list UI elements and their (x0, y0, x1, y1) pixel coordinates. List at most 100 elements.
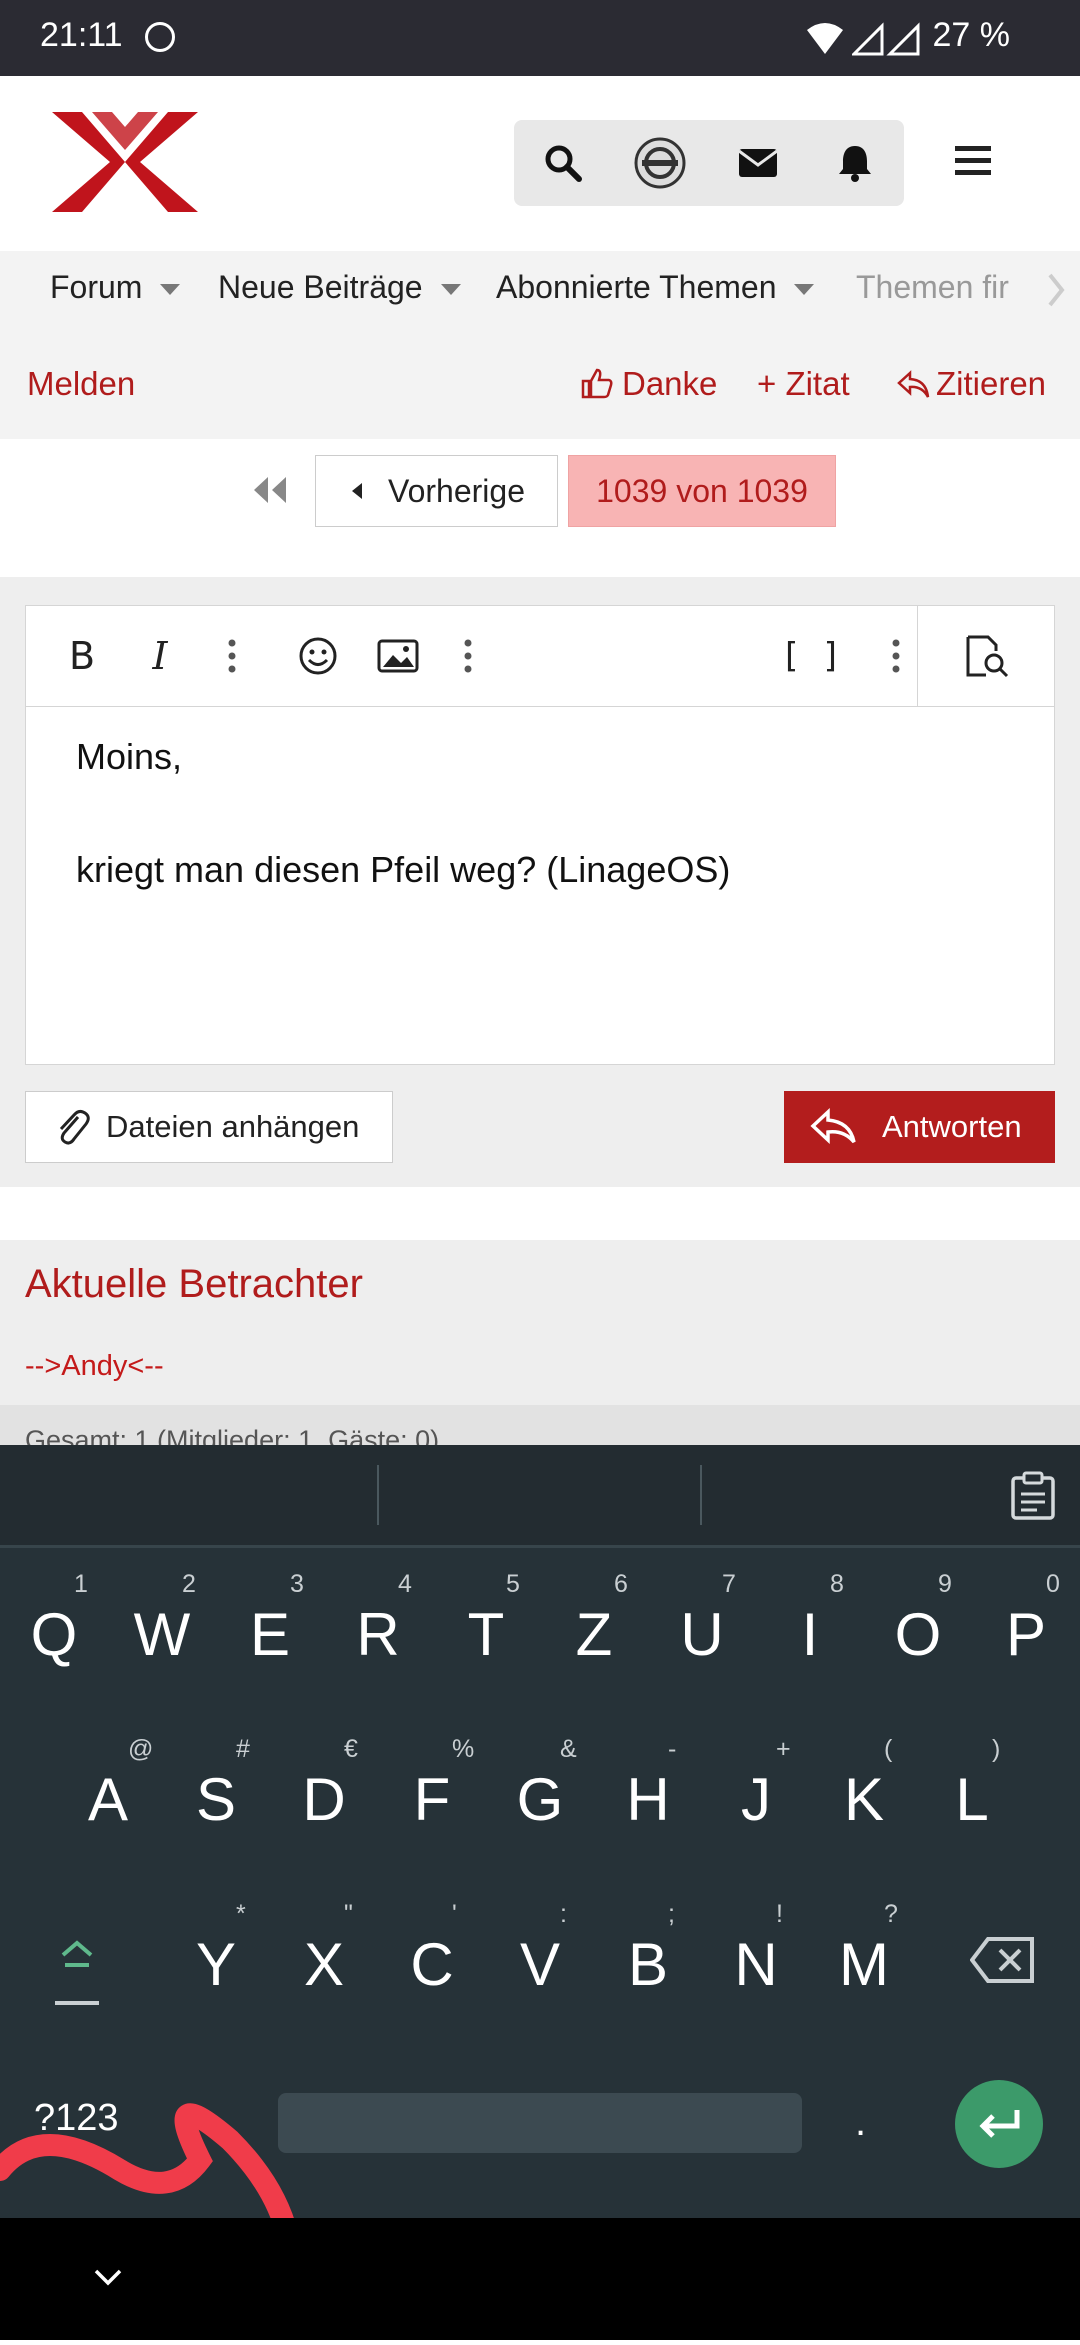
key-p[interactable]: P (986, 1600, 1066, 1669)
site-header (0, 76, 1080, 251)
key-t[interactable]: T (446, 1600, 526, 1669)
italic-button[interactable]: I (134, 630, 186, 682)
editor-text-line-1[interactable]: Moins, (76, 736, 182, 778)
reply-editor: B I [ ] Moins, kriegt man diesen Pfeil w… (25, 605, 1055, 1065)
status-bar: 21:11 27 % (0, 0, 1080, 76)
nav-item-forum[interactable]: Forum (50, 269, 181, 306)
key-h[interactable]: H (608, 1765, 688, 1834)
viewer-user-link[interactable]: -->Andy<-- (25, 1350, 164, 1383)
header-icon-bar (514, 120, 904, 206)
key-hint: 1 (74, 1570, 88, 1598)
main-nav: Forum Neue Beiträge Abonnierte Themen Th… (0, 251, 1080, 329)
viewers-total-bar: Gesamt: 1 (Mitglieder: 1, Gäste: 0) (0, 1405, 1080, 1445)
key-s[interactable]: S (176, 1765, 256, 1834)
key-e[interactable]: E (230, 1600, 310, 1669)
thanks-button[interactable]: Danke (580, 365, 717, 403)
key-hint: + (776, 1735, 791, 1763)
previous-page-button[interactable]: Vorherige (315, 455, 558, 527)
attach-files-button[interactable]: Dateien anhängen (25, 1091, 393, 1163)
symbols-key[interactable]: ?123 (34, 2097, 119, 2140)
preview-icon[interactable] (961, 630, 1013, 682)
reply-button[interactable]: Antworten (784, 1091, 1055, 1163)
soft-keyboard: Q 1 W 2 E 3 R 4 T 5 Z 6 U 7 I 8 O 9 P 0 A @ S # D € F% G & H - J + K(L) Y *… (0, 1445, 1080, 2218)
suggestion-strip (0, 1445, 1080, 1548)
key-q[interactable]: Q (14, 1600, 94, 1669)
key-hint: 8 (830, 1570, 844, 1598)
backspace-key[interactable] (969, 1935, 1036, 1990)
key-z[interactable]: Z (554, 1600, 634, 1669)
key-r[interactable]: R (338, 1600, 418, 1669)
key-w[interactable]: W (122, 1600, 202, 1669)
site-logo[interactable] (52, 112, 198, 217)
key-hint: - (668, 1735, 677, 1763)
post-actions: Melden Danke + Zitat Zitieren (0, 329, 1080, 439)
suggestion-divider (700, 1465, 702, 1525)
key-hint: ? (884, 1900, 898, 1928)
key-hint: 9 (938, 1570, 952, 1598)
more-options-icon[interactable] (870, 630, 922, 682)
mail-icon[interactable] (728, 133, 788, 193)
clipboard-icon[interactable] (1010, 1471, 1056, 1526)
quote-button[interactable]: Zitieren (896, 365, 1046, 403)
key-hint: * (236, 1900, 246, 1928)
editor-toolbar: B I [ ] (26, 606, 1054, 707)
key-i[interactable]: I (770, 1600, 850, 1669)
paperclip-icon (59, 1109, 90, 1145)
bbcode-toggle-button[interactable]: [ ] (776, 630, 846, 682)
nav-item-subscribed[interactable]: Abonnierte Themen (496, 269, 815, 306)
quote-plus-button[interactable]: + Zitat (757, 365, 850, 403)
key-hint: ) (992, 1735, 1001, 1763)
key-hint: 2 (182, 1570, 196, 1598)
key-y[interactable]: Y (176, 1930, 256, 1999)
key-a[interactable]: A (68, 1765, 148, 1834)
nav-item-find-threads[interactable]: Themen fir (856, 269, 1009, 306)
nav-item-new-posts[interactable]: Neue Beiträge (218, 269, 461, 306)
key-x[interactable]: X (284, 1930, 364, 1999)
key-l[interactable]: L (932, 1765, 1012, 1834)
key-f[interactable]: F (392, 1765, 472, 1834)
key-k[interactable]: K (824, 1765, 904, 1834)
search-icon[interactable] (533, 133, 593, 193)
enter-key[interactable] (955, 2080, 1043, 2168)
image-icon[interactable] (372, 630, 424, 682)
current-page-indicator[interactable]: 1039 von 1039 (568, 455, 836, 527)
emoji-icon[interactable] (292, 630, 344, 682)
nav-scroll-right[interactable] (1010, 251, 1080, 329)
shift-key[interactable] (55, 1935, 99, 2010)
more-insert-icon[interactable] (442, 630, 494, 682)
key-m[interactable]: M (824, 1930, 904, 1999)
comma-key[interactable]: , (210, 2100, 221, 2145)
key-hint: € (344, 1735, 358, 1763)
period-key[interactable]: . (855, 2100, 866, 2145)
chevron-down-icon (440, 284, 461, 296)
first-page-icon[interactable] (250, 475, 290, 510)
key-j[interactable]: J (716, 1765, 796, 1834)
key-o[interactable]: O (878, 1600, 958, 1669)
editor-text-line-2[interactable]: kriegt man diesen Pfeil weg? (LinageOS) (76, 849, 730, 891)
key-hint: % (452, 1735, 475, 1763)
key-hint: ! (776, 1900, 783, 1928)
avatar[interactable] (630, 133, 690, 193)
report-link[interactable]: Melden (27, 365, 135, 403)
key-n[interactable]: N (716, 1930, 796, 1999)
system-nav-bar (0, 2218, 1080, 2340)
thumbs-up-icon (581, 368, 613, 399)
sync-icon (145, 22, 175, 52)
key-b[interactable]: B (608, 1930, 688, 1999)
pagination: Vorherige 1039 von 1039 (0, 439, 1080, 577)
bold-button[interactable]: B (56, 630, 108, 682)
hide-keyboard-icon[interactable] (94, 2268, 122, 2291)
key-hint: @ (128, 1735, 154, 1763)
key-u[interactable]: U (662, 1600, 742, 1669)
key-c[interactable]: C (392, 1930, 472, 1999)
key-d[interactable]: D (284, 1765, 364, 1834)
key-hint: " (344, 1900, 353, 1928)
space-key[interactable] (278, 2093, 802, 2153)
reply-arrow-icon (897, 370, 930, 398)
key-g[interactable]: G (500, 1765, 580, 1834)
key-v[interactable]: V (500, 1930, 580, 1999)
viewers-total: Gesamt: 1 (Mitglieder: 1, Gäste: 0) (25, 1425, 440, 1445)
hamburger-menu-icon[interactable] (955, 146, 991, 181)
more-formatting-icon[interactable] (206, 630, 258, 682)
bell-icon[interactable] (825, 133, 885, 193)
